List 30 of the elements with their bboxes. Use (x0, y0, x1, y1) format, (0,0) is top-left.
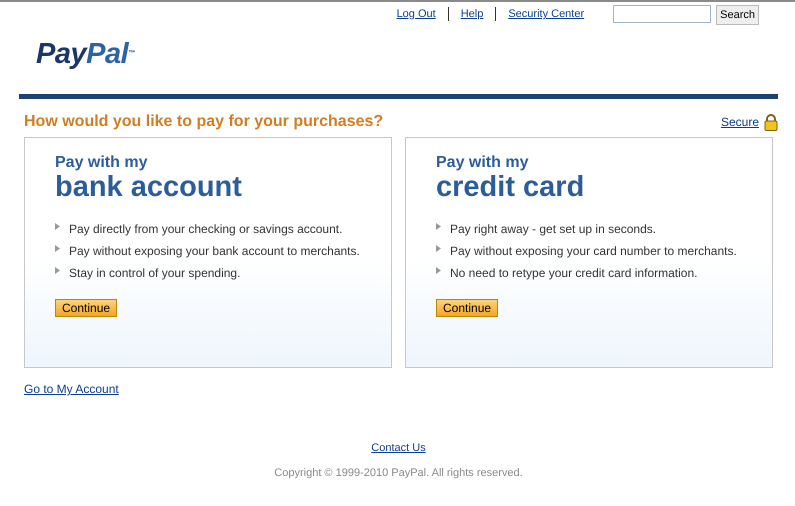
bullet-arrow-icon (436, 223, 441, 230)
page-heading: How would you like to pay for your purchases? (24, 113, 384, 131)
search-field[interactable] (613, 5, 712, 23)
padlock-icon (764, 114, 778, 130)
benefit-text: Pay directly from your checking or savings account. (69, 221, 342, 238)
benefit-text: Pay without exposing your card number to merchants. (450, 243, 737, 260)
logo: PayPal$^{™}$ (36, 38, 135, 70)
bullet-arrow-icon (55, 267, 60, 274)
bullet-arrow-icon (436, 267, 441, 274)
continue-button[interactable]: Continue (55, 299, 118, 317)
copyright-text: Copyright © 1999-2010 PayPal. All rights reserved. (274, 467, 523, 479)
option-title: bank account (55, 172, 243, 202)
benefit-text: No need to retype your credit card information. (450, 265, 698, 282)
contact-link[interactable]: Contact Us (371, 442, 426, 454)
bullet-arrow-icon (55, 245, 60, 252)
search-button[interactable]: Search (716, 5, 759, 25)
header-link[interactable]: Security Center (508, 8, 584, 20)
benefit-text: Stay in control of your spending. (69, 265, 240, 282)
secure-link[interactable]: Secure (720, 115, 759, 129)
benefit-text: Pay right away - get set up in seconds. (450, 221, 656, 238)
option-title: credit card (436, 172, 586, 202)
my-account-link[interactable]: Go to My Account (24, 382, 119, 396)
header-link[interactable]: Log Out (396, 8, 436, 20)
benefit-text: Pay without exposing your bank account to merchants. (69, 243, 360, 260)
option-kicker: Pay with my (55, 154, 148, 172)
bullet-arrow-icon (55, 223, 60, 230)
continue-button[interactable]: Continue (436, 299, 498, 317)
bullet-arrow-icon (436, 245, 441, 252)
header-link[interactable]: Help (460, 8, 484, 20)
option-kicker: Pay with my (436, 154, 530, 172)
